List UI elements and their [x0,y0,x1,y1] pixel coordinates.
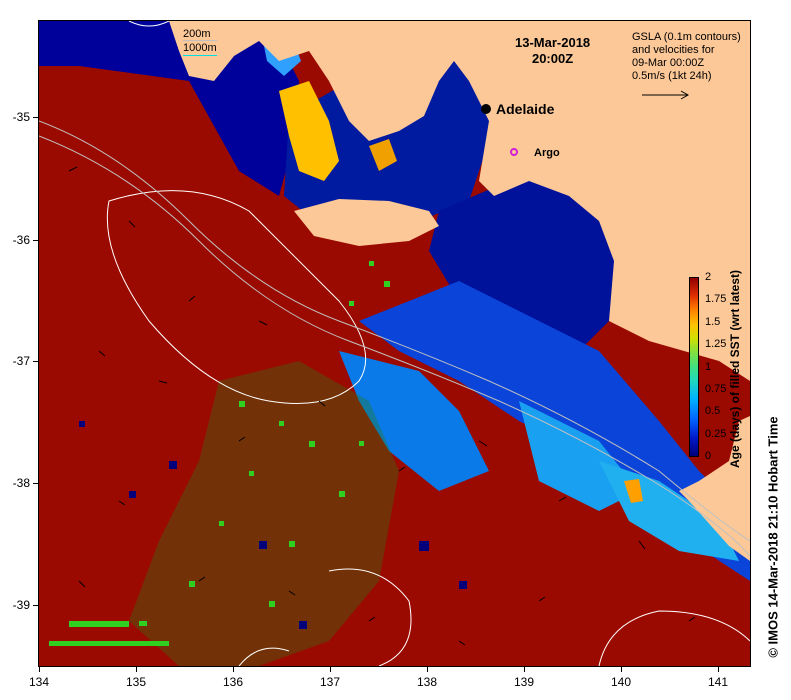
x-tick-label: 139 [513,675,535,689]
map-time: 20:00Z [531,51,574,66]
colorbar-tick-label: 1.75 [705,293,727,305]
gsla-info-line: 0.5m/s (1kt 24h) [632,70,712,82]
colorbar-tick-label: 0 [705,450,712,462]
x-tick-label: 137 [319,675,341,689]
x-tick-mark [621,667,622,672]
y-tick-label: -36 [12,233,30,247]
y-tick-mark [33,240,38,241]
map-date: 13-Mar-2018 [515,35,591,50]
x-tick-mark [233,667,234,672]
depth-legend-line-1000m [183,55,217,56]
gsla-info-line: 09-Mar 00:00Z [632,57,705,69]
adelaide-label: Adelaide [496,101,555,117]
sst-map-canvas [39,21,750,666]
y-tick-mark [33,361,38,362]
gsla-info-line: and velocities for [632,44,715,56]
y-tick-label: -37 [12,354,30,368]
colorbar [689,277,699,457]
y-tick-mark [33,605,38,606]
sst-map [38,20,751,667]
map-date-title: 13-Mar-2018 20:00Z [515,35,590,67]
depth-legend: 200m 1000m [183,28,217,56]
velocity-scale-arrow-icon [642,90,690,100]
x-tick-mark [330,667,331,672]
x-tick-mark [524,667,525,672]
gsla-info: GSLA (0.1m contours) and velocities for … [632,31,741,83]
colorbar-tick-label: 0.75 [705,383,727,395]
imos-credit: © IMOS 14-Mar-2018 21:10 Hobart Time [765,416,781,658]
x-tick-mark [136,667,137,672]
gsla-info-line: GSLA (0.1m contours) [632,31,741,43]
y-tick-mark [33,483,38,484]
colorbar-tick-label: 1.5 [705,316,721,328]
y-tick-label: -38 [12,476,30,490]
argo-float-marker-icon [510,148,518,156]
adelaide-marker-icon [481,104,491,114]
depth-legend-1000m: 1000m [183,42,217,54]
colorbar-tick-label: 2 [705,271,712,283]
x-tick-label: 136 [222,675,244,689]
x-tick-label: 140 [610,675,632,689]
x-tick-label: 134 [28,675,50,689]
y-tick-label: -35 [12,110,30,124]
colorbar-tick-label: 1 [705,361,712,373]
y-tick-mark [33,117,38,118]
x-tick-mark [718,667,719,672]
colorbar-tick-label: 0.25 [705,428,727,440]
x-tick-label: 135 [125,675,147,689]
colorbar-title: Age (days) of filled SST (wrt latest) [728,269,742,469]
colorbar-tick-label: 0.5 [705,405,721,417]
y-tick-label: -39 [12,598,30,612]
colorbar-tick-label: 1.25 [705,338,727,350]
x-tick-mark [39,667,40,672]
x-tick-label: 138 [416,675,438,689]
x-tick-label: 141 [707,675,729,689]
argo-label: Argo [534,147,560,159]
x-tick-mark [427,667,428,672]
